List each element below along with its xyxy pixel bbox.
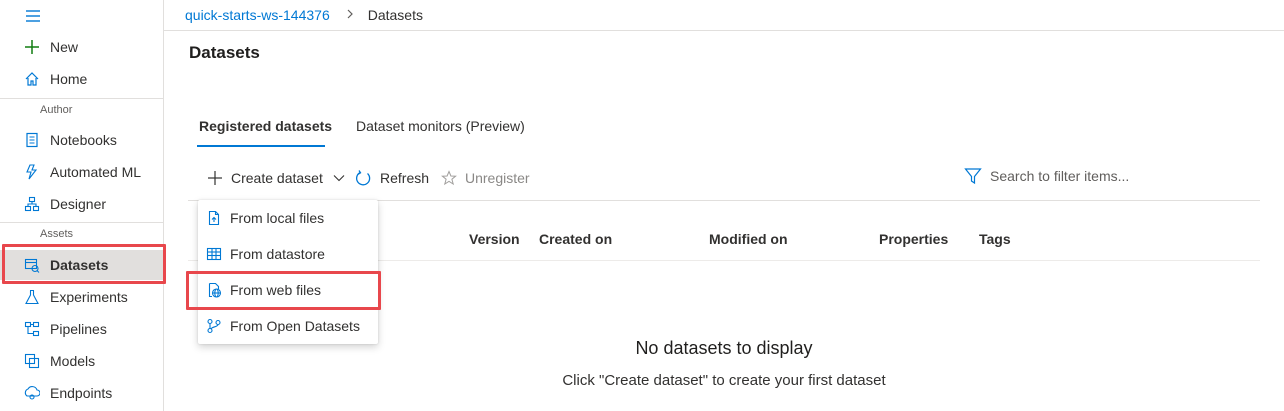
refresh-icon	[356, 169, 371, 185]
chevron-right-icon	[346, 8, 354, 22]
column-header-created-on[interactable]: Created on	[539, 231, 612, 247]
table-icon	[206, 246, 222, 262]
search-input[interactable]	[990, 168, 1160, 184]
column-header-properties[interactable]: Properties	[879, 231, 948, 247]
flask-icon	[23, 288, 41, 306]
nav-item-label: Pipelines	[50, 321, 107, 337]
menu-item-from-open-datasets[interactable]: From Open Datasets	[198, 308, 378, 344]
menu-item-label: From web files	[230, 282, 322, 298]
menu-item-from-datastore[interactable]: From datastore	[198, 236, 378, 272]
menu-item-label: From local files	[230, 210, 325, 226]
notebook-icon	[23, 131, 41, 149]
empty-state-subtitle: Click "Create dataset" to create your fi…	[562, 372, 886, 389]
search-box[interactable]	[964, 165, 1164, 187]
divider	[0, 98, 164, 99]
nav-item-datasets[interactable]: Datasets	[0, 250, 164, 280]
nav-item-notebooks[interactable]: Notebooks	[0, 125, 164, 155]
nav-item-label: Experiments	[50, 289, 128, 305]
tab-dataset-monitors[interactable]: Dataset monitors (Preview)	[356, 118, 525, 134]
nav-item-home[interactable]: Home	[0, 64, 164, 94]
automated-ml-icon	[23, 163, 41, 181]
hamburger-menu-icon[interactable]	[24, 7, 42, 25]
column-header-tags[interactable]: Tags	[979, 231, 1011, 247]
menu-item-from-web-files[interactable]: From web files	[198, 272, 378, 308]
empty-state-title: No datasets to display	[635, 338, 813, 358]
active-tab-indicator	[197, 145, 325, 147]
unregister-label: Unregister	[465, 170, 530, 186]
create-dataset-menu: From local files From datastore From web…	[198, 200, 378, 344]
pipeline-icon	[23, 320, 41, 338]
menu-item-label: From Open Datasets	[230, 318, 360, 334]
refresh-button[interactable]: Refresh	[355, 168, 429, 188]
designer-icon	[23, 195, 41, 213]
page-title: Datasets	[189, 43, 260, 62]
nav-item-label: New	[50, 39, 79, 55]
nav-item-label: Automated ML	[50, 164, 142, 180]
chevron-down-icon	[333, 175, 345, 182]
menu-item-label: From datastore	[230, 246, 325, 262]
create-dataset-button[interactable]: Create dataset	[207, 168, 345, 188]
nav-item-designer[interactable]: Designer	[0, 189, 164, 219]
plus-icon	[23, 38, 41, 56]
breadcrumb: quick-starts-ws-144376 Datasets	[185, 7, 423, 23]
create-dataset-label: Create dataset	[231, 170, 323, 186]
nav-item-experiments[interactable]: Experiments	[0, 282, 164, 312]
column-header-modified-on[interactable]: Modified on	[709, 231, 788, 247]
section-label-assets: Assets	[40, 228, 74, 240]
breadcrumb-current: Datasets	[367, 7, 423, 23]
section-label-author: Author	[40, 104, 73, 116]
column-header-version[interactable]: Version	[469, 231, 520, 247]
tab-registered-datasets[interactable]: Registered datasets	[199, 118, 332, 134]
nav-item-label: Home	[50, 71, 88, 87]
branch-icon	[206, 318, 222, 334]
datasets-icon	[23, 256, 41, 274]
unregister-button[interactable]: Unregister	[441, 168, 530, 188]
plus-icon	[208, 171, 222, 185]
nav-item-label: Designer	[50, 196, 107, 212]
nav-item-automated-ml[interactable]: Automated ML	[0, 157, 164, 187]
menu-item-from-local-files[interactable]: From local files	[198, 200, 378, 236]
star-icon	[441, 170, 457, 186]
upload-file-icon	[206, 210, 222, 226]
breadcrumb-workspace-link[interactable]: quick-starts-ws-144376	[185, 7, 330, 23]
nav-item-label: Notebooks	[50, 132, 117, 148]
home-icon	[23, 70, 41, 88]
filter-icon	[964, 168, 982, 185]
divider	[0, 222, 164, 223]
nav-item-label: Datasets	[50, 257, 109, 273]
nav-item-new[interactable]: New	[0, 32, 164, 62]
refresh-label: Refresh	[380, 170, 430, 186]
divider	[164, 30, 1284, 31]
globe-file-icon	[206, 282, 222, 298]
